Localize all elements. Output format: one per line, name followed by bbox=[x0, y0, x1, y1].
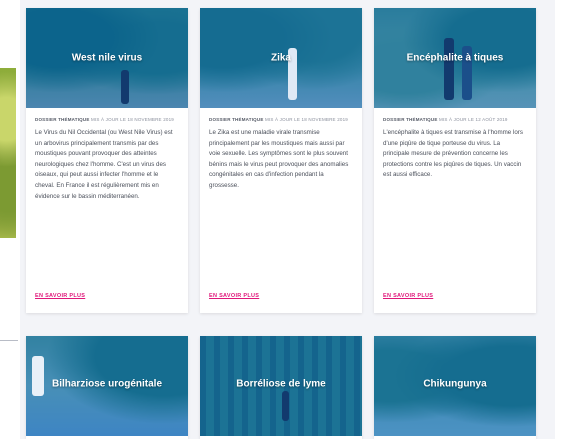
card-zika[interactable]: Zika DOSSIER THÉMATIQUE MIS À JOUR LE 18… bbox=[200, 8, 362, 313]
card-title: Zika bbox=[270, 52, 291, 64]
card-title: Borréliose de lyme bbox=[236, 378, 326, 390]
card-image: Chikungunya bbox=[374, 336, 536, 436]
card-source: DOSSIER THÉMATIQUE bbox=[209, 117, 264, 122]
card-meta: DOSSIER THÉMATIQUE MIS À JOUR LE 12 AOÛT… bbox=[383, 117, 527, 123]
card-chikungunya[interactable]: Chikungunya bbox=[374, 336, 536, 439]
card-description: Le Zika est une maladie virale transmise… bbox=[209, 129, 349, 189]
card-image: Encéphalite à tiques bbox=[374, 8, 536, 108]
card-date: MIS À JOUR LE 18 NOVEMBRE 2019 bbox=[264, 117, 349, 122]
card-title: Bilharziose urogénitale bbox=[51, 378, 163, 390]
card-bilharziose-urogenitale[interactable]: Bilharziose urogénitale bbox=[26, 336, 188, 439]
person bbox=[121, 70, 129, 104]
card-west-nile-virus[interactable]: West nile virus DOSSIER THÉMATIQUE MIS À… bbox=[26, 8, 188, 313]
read-more-link[interactable]: EN SAVOIR PLUS bbox=[383, 293, 433, 299]
card-source: DOSSIER THÉMATIQUE bbox=[35, 117, 90, 122]
card-source: DOSSIER THÉMATIQUE bbox=[383, 117, 438, 122]
card-image: Zika bbox=[200, 8, 362, 108]
card-description: L'encéphalite à tiques est transmise à l… bbox=[383, 129, 523, 179]
side-divider bbox=[0, 340, 18, 341]
card-title: Chikungunya bbox=[423, 378, 487, 390]
card-date: MIS À JOUR LE 18 NOVEMBRE 2019 bbox=[90, 117, 175, 122]
card-description: Le Virus du Nil Occidental (ou West Nile… bbox=[35, 129, 173, 200]
person bbox=[32, 356, 44, 396]
card-meta: DOSSIER THÉMATIQUE MIS À JOUR LE 18 NOVE… bbox=[35, 117, 179, 123]
card-image: Borréliose de lyme bbox=[200, 336, 362, 436]
read-more-link[interactable]: EN SAVOIR PLUS bbox=[35, 293, 85, 299]
card-meta: DOSSIER THÉMATIQUE MIS À JOUR LE 18 NOVE… bbox=[209, 117, 353, 123]
side-photo bbox=[0, 68, 16, 238]
card-image: Bilharziose urogénitale bbox=[26, 336, 188, 436]
card-borreliose-de-lyme[interactable]: Borréliose de lyme bbox=[200, 336, 362, 439]
read-more-link[interactable]: EN SAVOIR PLUS bbox=[209, 293, 259, 299]
person bbox=[444, 38, 454, 100]
card-date: MIS À JOUR LE 12 AOÛT 2019 bbox=[438, 117, 508, 122]
person bbox=[282, 391, 289, 421]
cards-panel: West nile virus DOSSIER THÉMATIQUE MIS À… bbox=[20, 0, 555, 439]
card-title: West nile virus bbox=[71, 52, 143, 64]
card-image: West nile virus bbox=[26, 8, 188, 108]
card-title: Encéphalite à tiques bbox=[406, 52, 504, 64]
card-encephalite-a-tiques[interactable]: Encéphalite à tiques DOSSIER THÉMATIQUE … bbox=[374, 8, 536, 313]
